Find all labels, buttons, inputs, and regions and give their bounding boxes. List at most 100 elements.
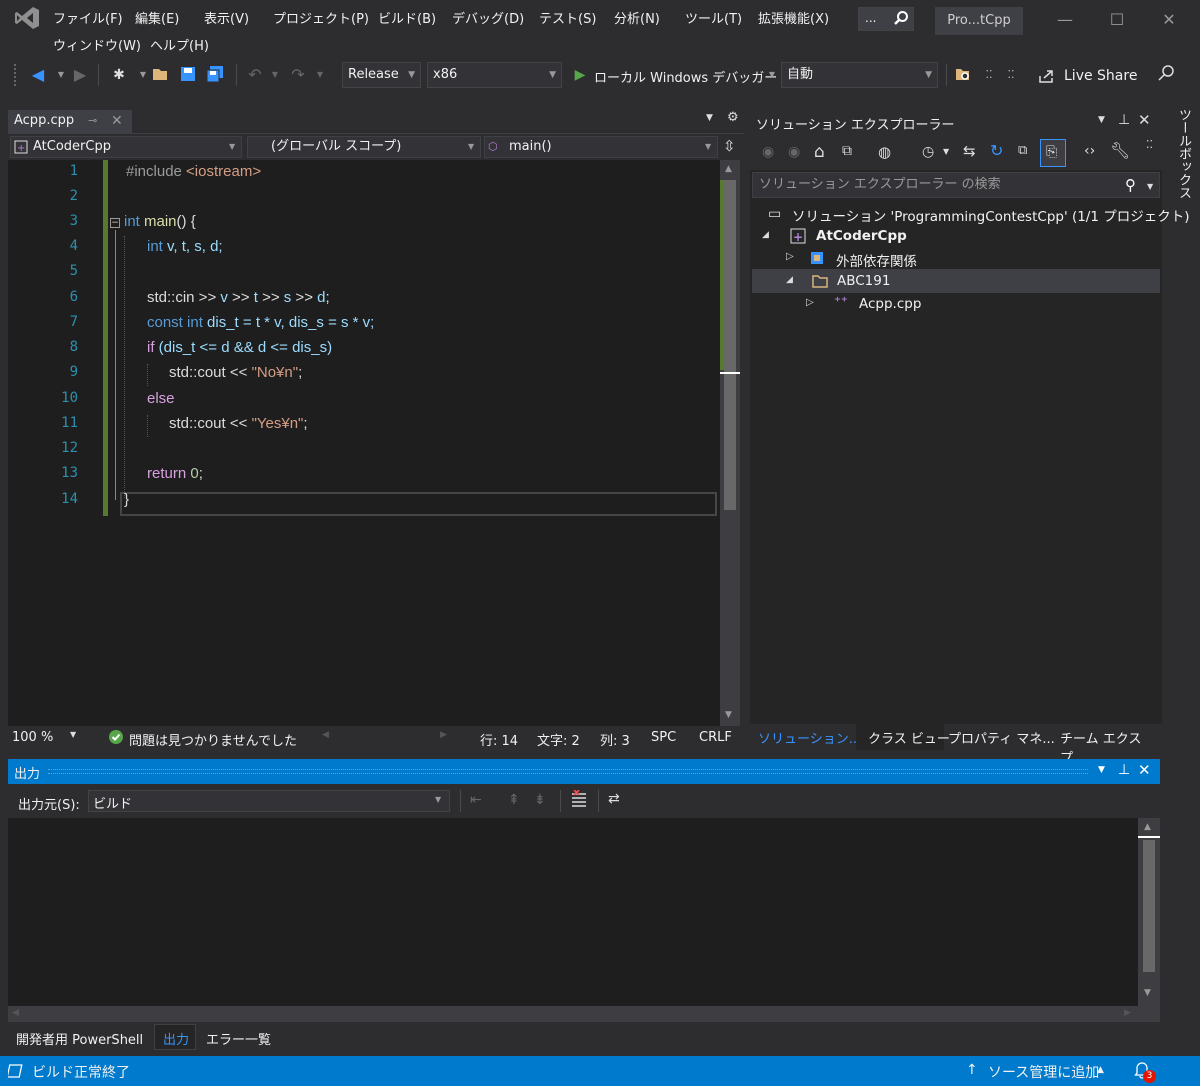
collapsed-arrow-icon[interactable]: ▷ — [786, 251, 794, 262]
tab-list-dropdown-icon[interactable]: ▼ — [706, 113, 713, 123]
configuration-select[interactable]: Release ▼ — [342, 62, 421, 88]
editor-vertical-scrollbar[interactable]: ▲ ▼ — [720, 160, 740, 726]
menu-test[interactable]: テスト(S) — [539, 8, 596, 27]
platform-select[interactable]: x86 ▼ — [427, 62, 562, 88]
tab-property-manager[interactable]: プロパティ マネ... — [948, 728, 1055, 747]
add-to-source-control[interactable]: ソース管理に追加 — [988, 1062, 1099, 1082]
settings-gear-icon[interactable]: ⚙ — [727, 110, 739, 125]
tab-error-list[interactable]: エラー一覧 — [206, 1029, 271, 1048]
expanded-arrow-icon[interactable]: ◢ — [786, 275, 793, 285]
whitespace-indicator[interactable]: SPC — [651, 730, 676, 745]
toolbar-grip[interactable] — [14, 64, 18, 86]
clear-all-icon[interactable] — [570, 790, 588, 808]
menu-help[interactable]: ヘルプ(H) — [150, 35, 209, 54]
back-icon[interactable]: ◀ — [29, 66, 47, 84]
toolbar-overflow-icon[interactable]: ⁚⁚ — [1146, 138, 1153, 151]
scrollbar-thumb[interactable] — [1143, 840, 1155, 972]
pin-icon[interactable]: ⊥ — [1118, 762, 1130, 778]
scroll-down-icon[interactable]: ▼ — [725, 710, 732, 720]
menu-search-box[interactable]: ... — [858, 7, 914, 31]
start-debugging-button[interactable]: ローカル Windows デバッガー — [594, 67, 777, 86]
menu-window[interactable]: ウィンドウ(W) — [53, 35, 141, 54]
back-icon[interactable]: ◉ — [762, 144, 774, 160]
collapse-icon[interactable]: − — [110, 218, 120, 228]
forward-icon[interactable]: ▶ — [71, 66, 89, 84]
panel-dropdown-icon[interactable]: ▼ — [1098, 115, 1105, 125]
panel-dropdown-icon[interactable]: ▼ — [1098, 765, 1105, 775]
next-message-icon[interactable]: ⇟ — [534, 792, 546, 808]
output-text-area[interactable] — [8, 818, 1138, 1006]
toolbar-overflow-icon[interactable]: ⁚⁚ — [1002, 66, 1020, 84]
history-icon[interactable]: ◷ — [922, 144, 934, 160]
scroll-left-icon[interactable]: ◀ — [12, 1008, 19, 1018]
toolbox-side-tab[interactable]: ツールボックス — [1166, 108, 1200, 308]
nav-member-select[interactable]: ⬡ main() ▼ — [484, 136, 718, 158]
play-icon[interactable]: ▶ — [571, 66, 589, 84]
new-item-dropdown-icon[interactable]: ▼ — [134, 66, 152, 84]
scroll-up-icon[interactable]: ▲ — [1144, 822, 1151, 832]
solution-search-input[interactable]: ソリューション エクスプローラー の検索 ⚲ ▼ — [752, 172, 1160, 198]
pin-icon[interactable]: ⊸ — [88, 110, 97, 132]
previous-message-icon[interactable]: ⇞ — [508, 792, 520, 808]
run-mode-select[interactable]: 自動 ▼ — [781, 62, 938, 88]
scrollbar-thumb[interactable] — [724, 180, 736, 510]
close-window-icon[interactable]: ✕ — [1154, 6, 1184, 34]
nav-scope-select[interactable]: (グローバル スコープ) ▼ — [247, 136, 481, 158]
forward-icon[interactable]: ◉ — [788, 144, 800, 160]
home-icon[interactable]: ⌂ — [814, 142, 825, 162]
zoom-level[interactable]: 100 % — [12, 730, 53, 745]
issues-status[interactable]: 問題は見つかりませんでした — [129, 730, 297, 749]
sync-icon[interactable]: ⇆ — [963, 142, 976, 160]
show-all-files-button[interactable]: ⎘ — [1040, 139, 1066, 167]
tab-developer-powershell[interactable]: 開発者用 PowerShell — [16, 1029, 143, 1048]
scroll-right-icon[interactable]: ▶ — [1124, 1008, 1131, 1018]
menu-extensions[interactable]: 拡張機能(X) — [758, 8, 829, 27]
debug-target-dropdown-icon[interactable]: ▼ — [763, 66, 781, 84]
close-tab-icon[interactable]: ✕ — [111, 110, 123, 132]
menu-debug[interactable]: デバッグ(D) — [452, 8, 524, 27]
toolbar-overflow-icon[interactable]: ⁚⁚ — [980, 66, 998, 84]
source-control-dropdown-icon[interactable]: ▲ — [1097, 1065, 1104, 1075]
expanded-arrow-icon[interactable]: ◢ — [762, 230, 769, 240]
menu-view[interactable]: 表示(V) — [204, 8, 249, 27]
tab-class-view[interactable]: クラス ビュー — [868, 728, 950, 747]
close-panel-icon[interactable]: ✕ — [1138, 111, 1151, 129]
scroll-down-icon[interactable]: ▼ — [1144, 988, 1151, 998]
find-message-icon[interactable]: ⇤ — [470, 792, 482, 808]
scroll-left-icon[interactable]: ◀ — [322, 730, 329, 740]
code-editor[interactable]: 1 2 3 4 5 6 7 8 9 10 11 12 13 14 − #incl… — [8, 160, 720, 726]
refresh-icon[interactable]: ↻ — [990, 141, 1003, 160]
menu-file[interactable]: ファイル(F) — [53, 8, 123, 27]
scroll-up-icon[interactable]: ▲ — [725, 164, 732, 174]
output-source-select[interactable]: ビルド ▼ — [88, 790, 450, 812]
menu-build[interactable]: ビルド(B) — [378, 8, 436, 27]
save-icon[interactable] — [180, 66, 198, 84]
search-options-icon[interactable]: ▼ — [1147, 175, 1153, 199]
zoom-dropdown-icon[interactable]: ▼ — [70, 730, 76, 739]
maximize-icon[interactable]: ☐ — [1102, 6, 1132, 34]
word-wrap-icon[interactable]: ⇄ — [608, 791, 620, 807]
output-vertical-scrollbar[interactable]: ▲ ▼ — [1138, 818, 1160, 1006]
pin-icon[interactable]: ⊥ — [1118, 112, 1130, 128]
tab-solution-explorer[interactable]: ソリューション... — [758, 728, 861, 747]
save-all-icon[interactable] — [206, 66, 224, 84]
tab-acpp[interactable]: Acpp.cpp ⊸ ✕ — [8, 110, 132, 134]
collapsed-arrow-icon[interactable]: ▷ — [806, 297, 814, 308]
split-editor-icon[interactable]: ⇳ — [723, 137, 736, 155]
new-item-icon[interactable]: ✱ — [110, 66, 128, 84]
menu-project[interactable]: プロジェクト(P) — [273, 8, 369, 27]
output-horizontal-scrollbar[interactable]: ◀ ▶ — [8, 1006, 1160, 1022]
nav-project-select[interactable]: + AtCoderCpp ▼ — [10, 136, 242, 158]
open-folder-icon[interactable] — [152, 66, 170, 84]
minimize-icon[interactable]: — — [1050, 6, 1080, 34]
properties-wrench-icon[interactable]: 🔧︎ — [1110, 141, 1130, 160]
find-in-files-icon[interactable] — [955, 66, 973, 84]
redo-icon[interactable]: ↷ — [289, 66, 307, 84]
undo-dropdown-icon[interactable]: ▼ — [266, 66, 284, 84]
scroll-right-icon[interactable]: ▶ — [440, 730, 447, 740]
menu-tools[interactable]: ツール(T) — [685, 8, 742, 27]
project-title[interactable]: Pro...tCpp — [935, 7, 1023, 35]
menu-edit[interactable]: 編集(E) — [135, 8, 179, 27]
collapse-all-icon[interactable]: ⧉ — [1018, 143, 1027, 158]
feedback-icon[interactable] — [1157, 64, 1175, 82]
